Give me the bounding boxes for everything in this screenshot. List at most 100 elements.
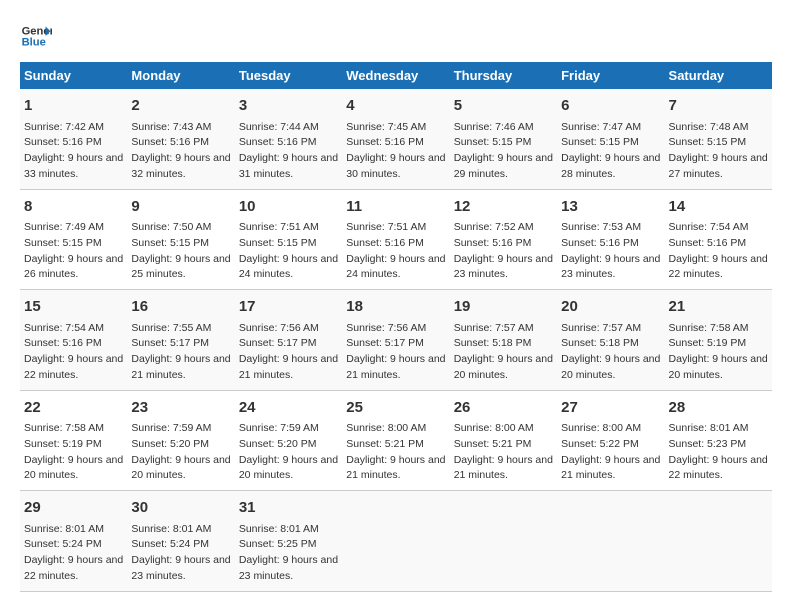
calendar-cell: 23Sunrise: 7:59 AMSunset: 5:20 PMDayligh… bbox=[127, 390, 234, 491]
day-info: Sunrise: 7:57 AMSunset: 5:18 PMDaylight:… bbox=[561, 321, 660, 384]
day-number: 3 bbox=[239, 95, 338, 118]
calendar-cell: 19Sunrise: 7:57 AMSunset: 5:18 PMDayligh… bbox=[450, 290, 557, 391]
day-info: Sunrise: 8:01 AMSunset: 5:25 PMDaylight:… bbox=[239, 522, 338, 585]
day-number: 26 bbox=[454, 397, 553, 420]
day-info: Sunrise: 7:54 AMSunset: 5:16 PMDaylight:… bbox=[669, 220, 768, 283]
day-info: Sunrise: 7:47 AMSunset: 5:15 PMDaylight:… bbox=[561, 120, 660, 183]
day-info: Sunrise: 7:49 AMSunset: 5:15 PMDaylight:… bbox=[24, 220, 123, 283]
calendar-cell: 6Sunrise: 7:47 AMSunset: 5:15 PMDaylight… bbox=[557, 89, 664, 189]
day-info: Sunrise: 7:45 AMSunset: 5:16 PMDaylight:… bbox=[346, 120, 445, 183]
calendar-cell: 14Sunrise: 7:54 AMSunset: 5:16 PMDayligh… bbox=[665, 189, 772, 290]
day-number: 22 bbox=[24, 397, 123, 420]
calendar-cell: 28Sunrise: 8:01 AMSunset: 5:23 PMDayligh… bbox=[665, 390, 772, 491]
day-number: 21 bbox=[669, 296, 768, 319]
week-row: 29Sunrise: 8:01 AMSunset: 5:24 PMDayligh… bbox=[20, 491, 772, 592]
day-number: 17 bbox=[239, 296, 338, 319]
day-number: 31 bbox=[239, 497, 338, 520]
calendar-cell: 17Sunrise: 7:56 AMSunset: 5:17 PMDayligh… bbox=[235, 290, 342, 391]
day-info: Sunrise: 7:51 AMSunset: 5:15 PMDaylight:… bbox=[239, 220, 338, 283]
day-number: 9 bbox=[131, 196, 230, 219]
week-row: 8Sunrise: 7:49 AMSunset: 5:15 PMDaylight… bbox=[20, 189, 772, 290]
day-info: Sunrise: 7:43 AMSunset: 5:16 PMDaylight:… bbox=[131, 120, 230, 183]
calendar-cell: 18Sunrise: 7:56 AMSunset: 5:17 PMDayligh… bbox=[342, 290, 449, 391]
calendar-cell: 21Sunrise: 7:58 AMSunset: 5:19 PMDayligh… bbox=[665, 290, 772, 391]
calendar-cell: 26Sunrise: 8:00 AMSunset: 5:21 PMDayligh… bbox=[450, 390, 557, 491]
calendar-cell: 3Sunrise: 7:44 AMSunset: 5:16 PMDaylight… bbox=[235, 89, 342, 189]
calendar-cell bbox=[342, 491, 449, 592]
col-header-saturday: Saturday bbox=[665, 62, 772, 89]
col-header-sunday: Sunday bbox=[20, 62, 127, 89]
day-info: Sunrise: 7:58 AMSunset: 5:19 PMDaylight:… bbox=[669, 321, 768, 384]
day-info: Sunrise: 7:54 AMSunset: 5:16 PMDaylight:… bbox=[24, 321, 123, 384]
day-number: 19 bbox=[454, 296, 553, 319]
calendar-body: 1Sunrise: 7:42 AMSunset: 5:16 PMDaylight… bbox=[20, 89, 772, 591]
col-header-thursday: Thursday bbox=[450, 62, 557, 89]
day-number: 11 bbox=[346, 196, 445, 219]
day-info: Sunrise: 7:48 AMSunset: 5:15 PMDaylight:… bbox=[669, 120, 768, 183]
day-info: Sunrise: 7:56 AMSunset: 5:17 PMDaylight:… bbox=[346, 321, 445, 384]
day-info: Sunrise: 7:59 AMSunset: 5:20 PMDaylight:… bbox=[131, 421, 230, 484]
day-number: 30 bbox=[131, 497, 230, 520]
day-number: 24 bbox=[239, 397, 338, 420]
day-info: Sunrise: 7:46 AMSunset: 5:15 PMDaylight:… bbox=[454, 120, 553, 183]
col-header-tuesday: Tuesday bbox=[235, 62, 342, 89]
calendar-cell bbox=[557, 491, 664, 592]
day-number: 20 bbox=[561, 296, 660, 319]
day-number: 16 bbox=[131, 296, 230, 319]
day-number: 1 bbox=[24, 95, 123, 118]
calendar-cell: 2Sunrise: 7:43 AMSunset: 5:16 PMDaylight… bbox=[127, 89, 234, 189]
day-info: Sunrise: 7:53 AMSunset: 5:16 PMDaylight:… bbox=[561, 220, 660, 283]
calendar-cell bbox=[665, 491, 772, 592]
day-number: 29 bbox=[24, 497, 123, 520]
day-number: 18 bbox=[346, 296, 445, 319]
day-info: Sunrise: 7:58 AMSunset: 5:19 PMDaylight:… bbox=[24, 421, 123, 484]
calendar-cell: 10Sunrise: 7:51 AMSunset: 5:15 PMDayligh… bbox=[235, 189, 342, 290]
calendar-cell: 25Sunrise: 8:00 AMSunset: 5:21 PMDayligh… bbox=[342, 390, 449, 491]
day-info: Sunrise: 7:52 AMSunset: 5:16 PMDaylight:… bbox=[454, 220, 553, 283]
day-number: 2 bbox=[131, 95, 230, 118]
day-info: Sunrise: 7:50 AMSunset: 5:15 PMDaylight:… bbox=[131, 220, 230, 283]
day-number: 12 bbox=[454, 196, 553, 219]
day-number: 10 bbox=[239, 196, 338, 219]
day-info: Sunrise: 8:01 AMSunset: 5:24 PMDaylight:… bbox=[131, 522, 230, 585]
day-number: 25 bbox=[346, 397, 445, 420]
day-number: 8 bbox=[24, 196, 123, 219]
day-info: Sunrise: 7:57 AMSunset: 5:18 PMDaylight:… bbox=[454, 321, 553, 384]
day-info: Sunrise: 7:42 AMSunset: 5:16 PMDaylight:… bbox=[24, 120, 123, 183]
day-info: Sunrise: 8:00 AMSunset: 5:22 PMDaylight:… bbox=[561, 421, 660, 484]
logo: General Blue bbox=[20, 20, 52, 52]
calendar-cell: 22Sunrise: 7:58 AMSunset: 5:19 PMDayligh… bbox=[20, 390, 127, 491]
calendar-cell: 31Sunrise: 8:01 AMSunset: 5:25 PMDayligh… bbox=[235, 491, 342, 592]
day-info: Sunrise: 7:56 AMSunset: 5:17 PMDaylight:… bbox=[239, 321, 338, 384]
page-header: General Blue bbox=[20, 20, 772, 52]
calendar-cell: 5Sunrise: 7:46 AMSunset: 5:15 PMDaylight… bbox=[450, 89, 557, 189]
calendar-cell: 13Sunrise: 7:53 AMSunset: 5:16 PMDayligh… bbox=[557, 189, 664, 290]
week-row: 15Sunrise: 7:54 AMSunset: 5:16 PMDayligh… bbox=[20, 290, 772, 391]
day-number: 15 bbox=[24, 296, 123, 319]
day-number: 28 bbox=[669, 397, 768, 420]
day-info: Sunrise: 8:00 AMSunset: 5:21 PMDaylight:… bbox=[454, 421, 553, 484]
logo-icon: General Blue bbox=[20, 20, 52, 52]
calendar-cell: 4Sunrise: 7:45 AMSunset: 5:16 PMDaylight… bbox=[342, 89, 449, 189]
calendar-header: SundayMondayTuesdayWednesdayThursdayFrid… bbox=[20, 62, 772, 89]
day-info: Sunrise: 8:00 AMSunset: 5:21 PMDaylight:… bbox=[346, 421, 445, 484]
day-info: Sunrise: 7:51 AMSunset: 5:16 PMDaylight:… bbox=[346, 220, 445, 283]
day-info: Sunrise: 8:01 AMSunset: 5:23 PMDaylight:… bbox=[669, 421, 768, 484]
calendar-cell: 15Sunrise: 7:54 AMSunset: 5:16 PMDayligh… bbox=[20, 290, 127, 391]
day-number: 23 bbox=[131, 397, 230, 420]
day-info: Sunrise: 7:44 AMSunset: 5:16 PMDaylight:… bbox=[239, 120, 338, 183]
day-number: 27 bbox=[561, 397, 660, 420]
day-info: Sunrise: 8:01 AMSunset: 5:24 PMDaylight:… bbox=[24, 522, 123, 585]
col-header-friday: Friday bbox=[557, 62, 664, 89]
calendar-cell: 29Sunrise: 8:01 AMSunset: 5:24 PMDayligh… bbox=[20, 491, 127, 592]
svg-text:Blue: Blue bbox=[22, 37, 46, 49]
calendar-cell: 12Sunrise: 7:52 AMSunset: 5:16 PMDayligh… bbox=[450, 189, 557, 290]
calendar-cell: 1Sunrise: 7:42 AMSunset: 5:16 PMDaylight… bbox=[20, 89, 127, 189]
calendar-cell: 20Sunrise: 7:57 AMSunset: 5:18 PMDayligh… bbox=[557, 290, 664, 391]
day-number: 13 bbox=[561, 196, 660, 219]
col-header-wednesday: Wednesday bbox=[342, 62, 449, 89]
day-number: 14 bbox=[669, 196, 768, 219]
day-number: 4 bbox=[346, 95, 445, 118]
calendar-table: SundayMondayTuesdayWednesdayThursdayFrid… bbox=[20, 62, 772, 592]
calendar-cell: 24Sunrise: 7:59 AMSunset: 5:20 PMDayligh… bbox=[235, 390, 342, 491]
